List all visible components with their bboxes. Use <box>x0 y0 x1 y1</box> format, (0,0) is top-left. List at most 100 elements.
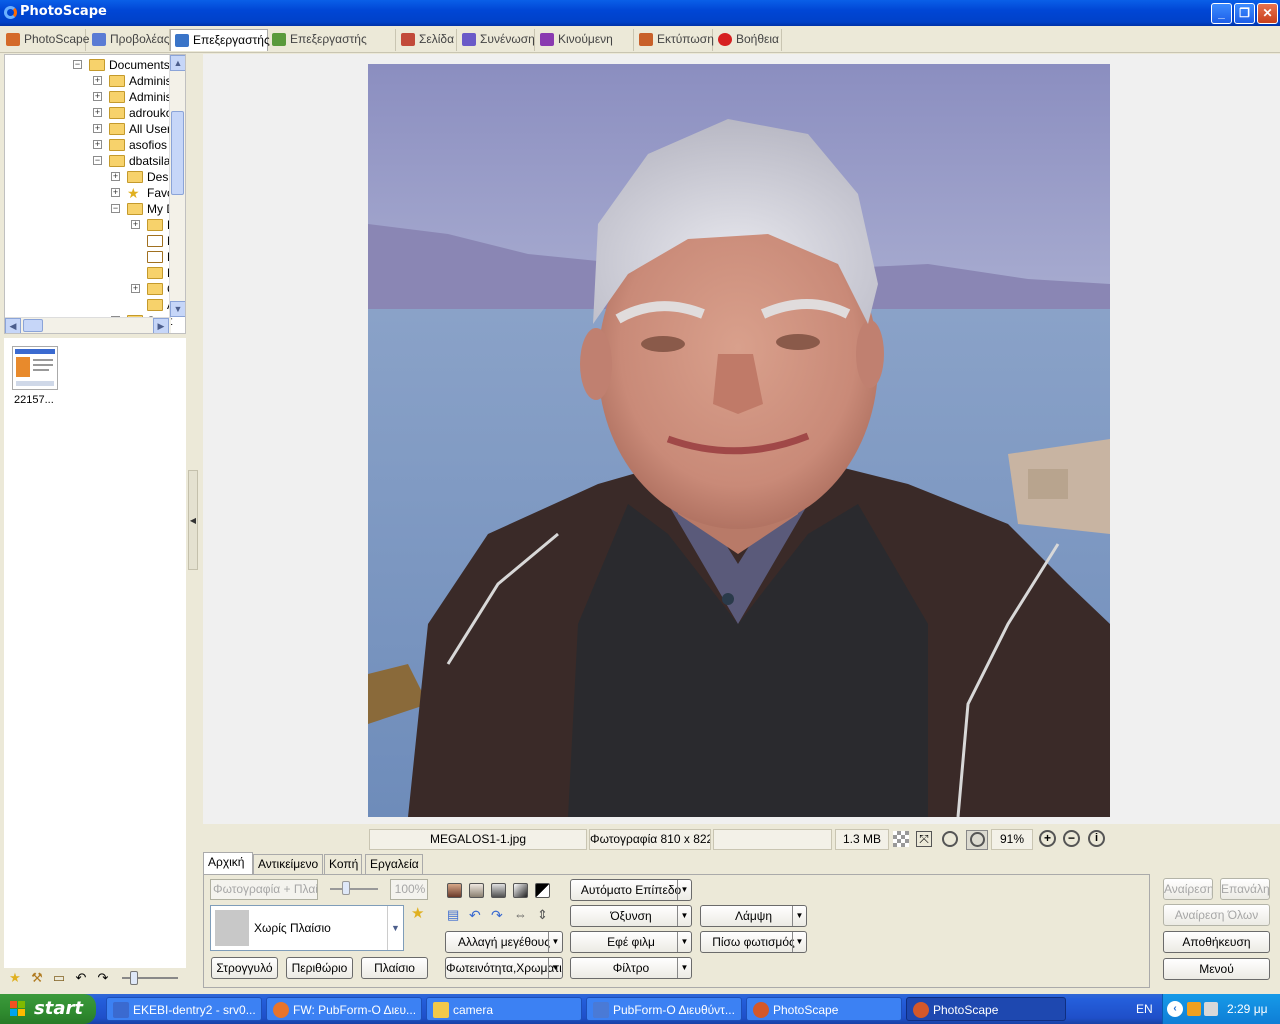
redo-button[interactable]: Επανάληψη <box>1220 878 1270 900</box>
frame-percent-input[interactable]: 100% <box>390 879 428 900</box>
undo-button[interactable]: Αναίρεση <box>1163 878 1213 900</box>
tray-app-icon[interactable] <box>1187 1002 1201 1016</box>
expand-icon[interactable]: + <box>93 124 102 133</box>
tab-viewer[interactable]: Προβολέας <box>88 29 170 51</box>
edit-tab-home[interactable]: Αρχική <box>203 852 253 874</box>
menu-button[interactable]: Μενού <box>1163 958 1270 980</box>
flip-vertical-icon[interactable]: ⇕ <box>537 907 548 923</box>
zoom-actual-size-icon[interactable] <box>942 831 958 847</box>
fit-to-window-icon[interactable]: ⤧ <box>916 831 932 847</box>
transparency-grid-icon[interactable] <box>893 831 909 847</box>
favorite-star-icon[interactable]: ★ <box>8 971 22 985</box>
collapse-icon[interactable]: − <box>111 204 120 213</box>
expand-icon[interactable]: + <box>111 188 120 197</box>
scroll-right-button[interactable]: ▶ <box>153 318 169 333</box>
tree-horizontal-scrollbar[interactable]: ◀ ▶ <box>5 317 171 333</box>
tab-combine[interactable]: Συνένωση <box>458 29 535 51</box>
edit-tab-tools[interactable]: Εργαλεία <box>365 854 423 874</box>
thumbnail-size-slider-thumb[interactable] <box>130 971 138 985</box>
tree-hscroll-thumb[interactable] <box>23 319 43 332</box>
tab-photoscape[interactable]: PhotoScape <box>2 29 89 51</box>
chevron-down-icon[interactable]: ▼ <box>792 906 806 926</box>
maximize-button[interactable]: ❐ <box>1234 3 1255 24</box>
zoom-in-icon[interactable]: + <box>1039 830 1056 847</box>
sharpen-button[interactable]: Όξυνση ▼ <box>570 905 692 927</box>
negative-filter-icon[interactable] <box>535 883 550 898</box>
auto-level-button[interactable]: Αυτόματο Επίπεδο ▼ <box>570 879 692 901</box>
round-button[interactable]: Στρογγυλό <box>211 957 278 979</box>
scroll-up-button[interactable]: ▲ <box>170 55 185 71</box>
resize-button[interactable]: Αλλαγή μεγέθους ▼ <box>445 931 563 953</box>
thumbnail-item[interactable] <box>12 346 58 390</box>
tab-help[interactable]: Βοήθεια <box>714 29 782 51</box>
start-button[interactable]: start <box>0 994 96 1024</box>
film-effect-button[interactable]: Εφέ φιλμ ▼ <box>570 931 692 953</box>
tab-editor[interactable]: Επεξεργαστής <box>170 29 270 51</box>
expand-icon[interactable]: + <box>93 76 102 85</box>
zoom-fit-toggle[interactable] <box>966 830 988 850</box>
tree-vertical-scrollbar[interactable]: ▲ ▼ <box>169 55 185 317</box>
taskbar-item-camera[interactable]: camera <box>426 997 582 1021</box>
chevron-down-icon[interactable]: ▼ <box>677 880 691 900</box>
close-button[interactable]: ✕ <box>1257 3 1278 24</box>
taskbar-item-photoscape-1[interactable]: PhotoScape <box>746 997 902 1021</box>
scroll-left-button[interactable]: ◀ <box>5 318 21 333</box>
taskbar-item-firefox[interactable]: FW: PubForm-Ο Διευ... <box>266 997 422 1021</box>
undo-all-button[interactable]: Αναίρεση Όλων <box>1163 904 1270 926</box>
frame-select[interactable]: Χωρίς Πλαίσιο ▼ <box>210 905 404 951</box>
expand-icon[interactable]: + <box>131 220 140 229</box>
network-icon[interactable] <box>1204 1002 1218 1016</box>
color-balance-button[interactable]: Φωτεινότητα,Χρωματισμός▼ <box>445 957 563 979</box>
language-indicator[interactable]: EN <box>1136 1002 1153 1016</box>
rotate-photo-icon[interactable]: ▤ <box>447 907 459 923</box>
expand-icon[interactable]: + <box>131 284 140 293</box>
chevron-down-icon[interactable]: ▼ <box>387 906 403 950</box>
tab-page[interactable]: Σελίδα <box>397 29 457 51</box>
edit-tab-object[interactable]: Αντικείμενο <box>253 854 323 874</box>
expand-icon[interactable]: + <box>93 140 102 149</box>
flip-horizontal-icon[interactable]: ⇔ <box>514 907 527 922</box>
panel-collapse-handle[interactable]: ◀ <box>188 470 198 570</box>
photo-canvas[interactable] <box>368 64 1110 817</box>
margin-button[interactable]: Περιθώριο <box>286 957 353 979</box>
black-white-filter-icon[interactable] <box>513 883 528 898</box>
tree-scroll-thumb[interactable] <box>171 111 184 195</box>
clock[interactable]: 2:29 μμ <box>1227 1002 1268 1016</box>
expand-icon[interactable]: + <box>111 172 120 181</box>
collapse-icon[interactable]: − <box>73 60 82 69</box>
favorite-frame-star-icon[interactable]: ★ <box>411 904 424 922</box>
minimize-button[interactable]: _ <box>1211 3 1232 24</box>
zoom-out-icon[interactable]: − <box>1063 830 1080 847</box>
frame-opacity-slider[interactable] <box>330 888 378 890</box>
expand-icon[interactable]: + <box>93 108 102 117</box>
tab-batch-editor[interactable]: Επεξεργαστής Batch <box>268 29 396 67</box>
frame-mode-input[interactable]: Φωτογραφία + Πλαίσιο <box>210 879 318 900</box>
rotate-right-icon[interactable]: ↷ <box>491 907 503 924</box>
open-folder-icon[interactable]: ▭ <box>52 971 66 985</box>
save-button[interactable]: Αποθήκευση <box>1163 931 1270 953</box>
sepia-filter-icon[interactable] <box>447 883 462 898</box>
edit-tab-crop[interactable]: Κοπή <box>324 854 362 874</box>
frame-opacity-slider-thumb[interactable] <box>342 881 350 895</box>
frame-button[interactable]: Πλαίσιο <box>361 957 428 979</box>
folder-tools-icon[interactable]: ⚒ <box>30 971 44 985</box>
brightness-button[interactable]: Λάμψη ▼ <box>700 905 807 927</box>
backlight-button[interactable]: Πίσω φωτισμός ▼ <box>700 931 807 953</box>
info-icon[interactable]: i <box>1088 830 1105 847</box>
collapse-icon[interactable]: − <box>93 156 102 165</box>
chevron-down-icon[interactable]: ▼ <box>548 958 562 978</box>
filter-button[interactable]: Φίλτρο ▼ <box>570 957 692 979</box>
chevron-down-icon[interactable]: ▼ <box>677 932 691 952</box>
tab-animated-gif[interactable]: Κινούμενη GIF <box>536 29 634 67</box>
forward-arrow-icon[interactable]: ↷ <box>96 971 110 985</box>
chevron-down-icon[interactable]: ▼ <box>548 932 562 952</box>
taskbar-item-photoscape-2[interactable]: PhotoScape <box>906 997 1066 1021</box>
chevron-down-icon[interactable]: ▼ <box>677 906 691 926</box>
rotate-left-icon[interactable]: ↶ <box>469 907 481 924</box>
chevron-down-icon[interactable]: ▼ <box>677 958 691 978</box>
warm-gray-filter-icon[interactable] <box>469 883 484 898</box>
scroll-down-button[interactable]: ▼ <box>170 301 185 317</box>
tab-print[interactable]: Εκτύπωση <box>635 29 714 51</box>
taskbar-item-ekebi[interactable]: EKEBI-dentry2 - srv0... <box>106 997 262 1021</box>
taskbar-item-pubform[interactable]: PubForm-Ο Διευθύντ... <box>586 997 742 1021</box>
